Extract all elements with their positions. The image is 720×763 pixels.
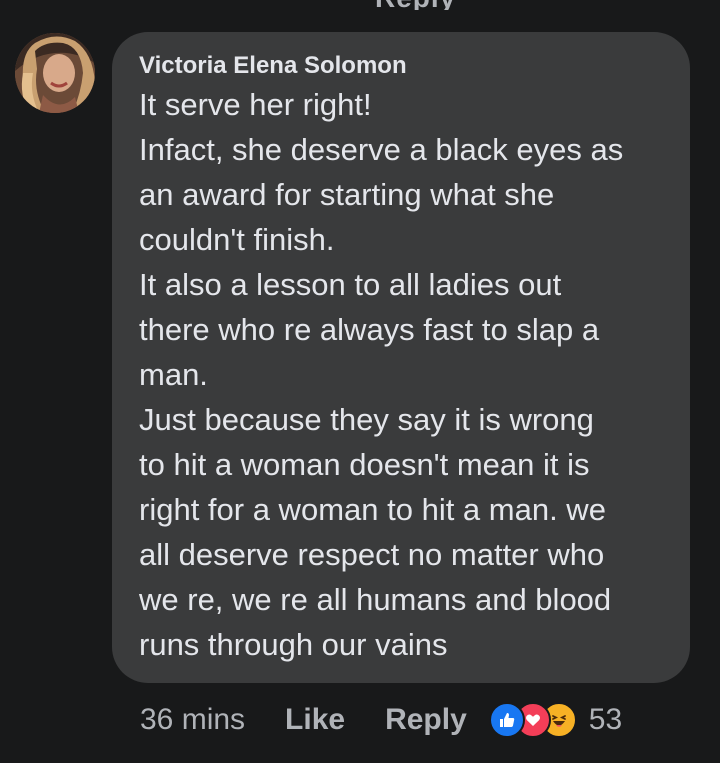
comment-line: man. (139, 357, 208, 392)
reaction-count[interactable]: 53 (589, 703, 622, 737)
comment-line: to hit a woman doesn't mean it is (139, 447, 590, 482)
comment-line: It also a lesson to all ladies out (139, 267, 562, 302)
comment-line: right for a woman to hit a man. we (139, 492, 606, 527)
comment-timestamp[interactable]: 36 mins (140, 703, 245, 737)
like-icon (488, 702, 525, 738)
comment-line: Infact, she deserve a black eyes as (139, 132, 624, 167)
comment-line: all deserve respect no matter who (139, 537, 605, 572)
comment-bubble: Victoria Elena Solomon It serve her righ… (112, 32, 690, 683)
comment-line: It serve her right! (139, 87, 372, 122)
comment-line: runs through our vains (139, 627, 448, 662)
comment-author[interactable]: Victoria Elena Solomon (139, 52, 664, 80)
comment-line: Just because they say it is wrong (139, 402, 594, 437)
comment-line: couldn't finish. (139, 222, 335, 257)
comment-line: there who re always fast to slap a (139, 312, 600, 347)
avatar-photo (15, 33, 95, 113)
avatar[interactable] (15, 33, 95, 113)
reactions-summary[interactable] (488, 702, 577, 738)
comment-text: It serve her right! Infact, she deserve … (139, 82, 664, 667)
previous-reply-label: Reply (375, 0, 456, 10)
reply-button[interactable]: Reply (385, 703, 467, 737)
comment-line: we re, we re all humans and blood (139, 582, 612, 617)
comment-actions: 36 mins Like Reply 53 (140, 700, 622, 740)
previous-reply-link-fragment[interactable]: Reply (0, 0, 720, 10)
comment-line: an award for starting what she (139, 177, 555, 212)
like-button[interactable]: Like (285, 703, 345, 737)
